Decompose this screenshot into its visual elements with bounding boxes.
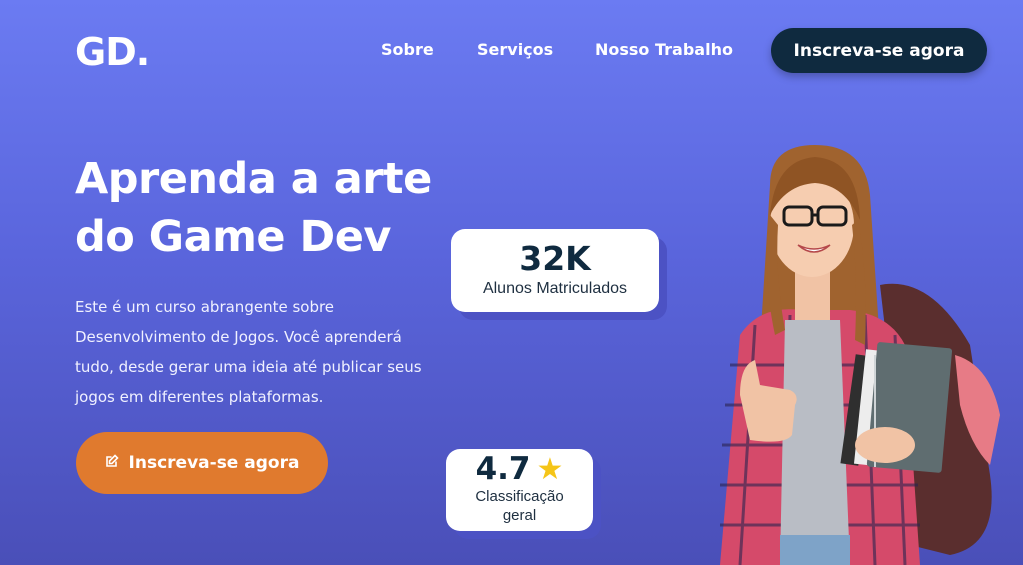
hero-signup-button[interactable]: Inscreva-se agora [76,432,328,494]
edit-icon [105,453,119,473]
students-count: 32K [519,239,591,278]
students-stat-card: 32K Alunos Matriculados [451,229,659,312]
nav-signup-button[interactable]: Inscreva-se agora [771,28,987,73]
student-photo [720,145,1000,565]
logo[interactable]: GD. [75,30,150,74]
hero-description: Este é um curso abrangente sobre Desenvo… [75,298,422,406]
star-icon: ★ [536,451,564,487]
nav-link-sobre[interactable]: Sobre [381,40,434,59]
rating-stat-card: 4.7 ★ Classificação geral [446,449,593,531]
hero-signup-label: Inscreva-se agora [128,453,300,473]
hero-title-line1: Aprenda a arte [75,154,432,204]
students-label: Alunos Matriculados [482,280,628,297]
nav-link-nosso-trabalho[interactable]: Nosso Trabalho [595,40,733,59]
hero-title-line2: do Game Dev [75,212,391,262]
rating-label-line1: Classificação [475,488,564,505]
rating-value: 4.7 [475,451,531,487]
nav-link-servicos[interactable]: Serviços [477,40,553,59]
hero-title: Aprenda a arte do Game Dev [75,150,495,266]
rating-label-line2: geral [502,507,537,524]
